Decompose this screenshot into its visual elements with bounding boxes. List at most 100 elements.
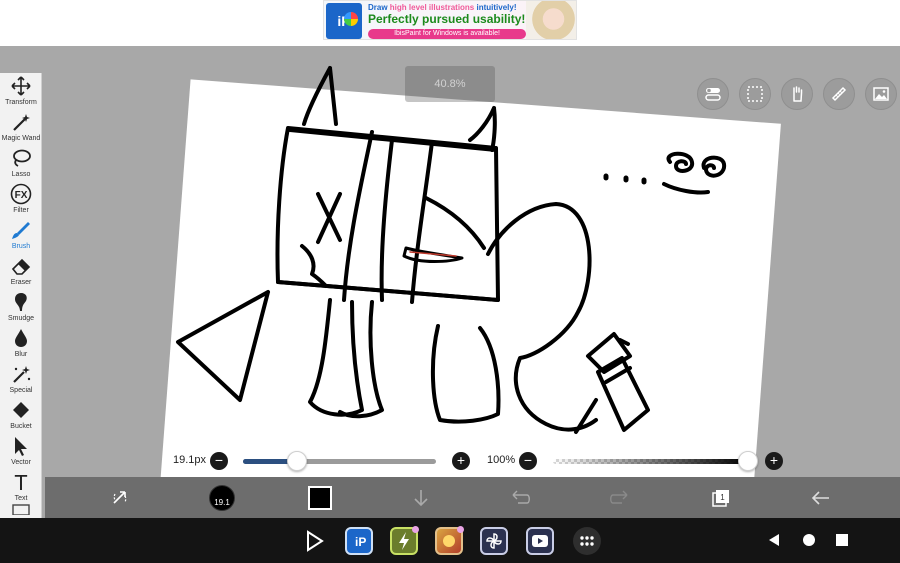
tool-label: Magic Wand: [1, 135, 41, 142]
android-nav-bar: iP: [0, 518, 900, 563]
play-store-app-icon: [307, 530, 324, 552]
opacity-increase-button[interactable]: +: [765, 452, 783, 470]
hand-icon: [793, 86, 803, 102]
dock-app[interactable]: [526, 527, 554, 555]
tool-blur[interactable]: Blur: [0, 327, 42, 363]
tool-label: Lasso: [11, 171, 31, 178]
tool-label: Special: [9, 387, 33, 394]
selection-button[interactable]: [739, 78, 771, 110]
tool-text[interactable]: T Text: [0, 471, 42, 507]
size-increase-button[interactable]: +: [452, 452, 470, 470]
size-slider-knob[interactable]: [287, 451, 308, 471]
dock-app[interactable]: iP: [345, 527, 373, 555]
toggle-button[interactable]: [697, 78, 729, 110]
youtube-app-icon: [532, 535, 548, 547]
brush-size-badge: 19.1: [209, 484, 235, 511]
zoom-indicator: 40.8%: [405, 66, 495, 102]
tool-label: Text: [14, 495, 28, 502]
size-slider-track[interactable]: [243, 459, 436, 464]
ibispaint-app-icon: iP: [355, 535, 366, 549]
tool-label: Filter: [13, 207, 29, 214]
tool-magic-wand[interactable]: Magic Wand: [0, 111, 42, 147]
eraser-icon: [11, 258, 31, 275]
notification-dot: [412, 526, 419, 533]
hand-button[interactable]: [781, 78, 813, 110]
tool-transform[interactable]: Transform: [0, 75, 42, 111]
magic-wand-icon: [13, 114, 30, 131]
ruler-icon: [831, 86, 847, 102]
redo-icon: [610, 490, 628, 504]
back-triangle-icon: [769, 534, 779, 546]
toggle-icon: [705, 88, 721, 101]
tool-smudge[interactable]: Smudge: [0, 291, 42, 327]
redo-button[interactable]: [600, 477, 640, 518]
nav-home-button[interactable]: [801, 532, 817, 553]
brush-size-label: 19.1px: [173, 454, 207, 466]
lasso-icon: [13, 149, 31, 167]
transform-toggle-button[interactable]: [100, 477, 140, 518]
ad-banner[interactable]: iP Draw high level illustrations intuiti…: [323, 0, 577, 40]
tool-eraser[interactable]: Eraser: [0, 255, 42, 291]
opacity-decrease-button[interactable]: −: [519, 452, 537, 470]
tool-label: Bucket: [10, 423, 32, 430]
dock-app[interactable]: [300, 527, 328, 555]
dock-app[interactable]: [390, 526, 419, 555]
app-drawer-icon: [580, 536, 594, 546]
dock-app[interactable]: [435, 526, 464, 555]
tool-label: Transform: [5, 99, 37, 106]
game-app-icon: [443, 535, 455, 547]
ad-headline: Perfectly pursued usability!: [368, 12, 526, 26]
opacity-slider-knob[interactable]: [738, 451, 758, 471]
download-button[interactable]: [401, 477, 441, 518]
top-tool-group: [697, 78, 897, 110]
tool-lasso[interactable]: Lasso: [0, 147, 42, 183]
tool-label: Brush: [11, 243, 31, 250]
back-button[interactable]: [801, 477, 841, 518]
bottom-action-bar: 19.1 1: [45, 477, 900, 518]
ibispaint-screen: iP Draw high level illustrations intuiti…: [0, 0, 900, 563]
dock-app[interactable]: [480, 527, 508, 555]
layers-button[interactable]: 1: [701, 477, 741, 518]
ibispaint-logo: iP: [326, 3, 362, 39]
ruler-button[interactable]: [823, 78, 855, 110]
recents-square-icon: [836, 534, 848, 546]
notification-dot: [457, 526, 464, 533]
svg-text:FX: FX: [15, 190, 28, 201]
flash-app-icon: [399, 532, 409, 550]
brush-icon: [12, 222, 30, 239]
tool-label: Blur: [14, 351, 28, 358]
size-decrease-button[interactable]: −: [210, 452, 228, 470]
brush-size-button[interactable]: 19.1: [202, 477, 242, 518]
tool-more[interactable]: [0, 503, 42, 518]
opacity-label: 100%: [487, 454, 516, 466]
tool-label: Eraser: [10, 279, 32, 286]
svg-text:1: 1: [720, 493, 725, 502]
tool-bucket[interactable]: Bucket: [0, 399, 42, 435]
move-icon: [11, 76, 31, 96]
tool-brush[interactable]: Brush: [0, 219, 42, 255]
undo-button[interactable]: [500, 477, 540, 518]
tool-label: Smudge: [7, 315, 35, 322]
selection-icon: [747, 86, 763, 102]
reference-image-button[interactable]: [865, 78, 897, 110]
dock-app[interactable]: [573, 527, 601, 555]
tool-filter[interactable]: FX Filter: [0, 183, 42, 219]
bucket-icon: [13, 402, 29, 418]
text-icon: T: [14, 471, 28, 493]
ad-bar: iP Draw high level illustrations intuiti…: [0, 0, 900, 46]
color-button[interactable]: [300, 477, 340, 518]
pinwheel-app-icon: [486, 533, 502, 549]
fx-icon: FX: [10, 183, 32, 205]
brush-slider-row: 19.1px − + 100% − +: [0, 448, 900, 474]
nav-back-button[interactable]: [766, 532, 782, 553]
rotate-arrows-icon: [113, 490, 127, 504]
layers-icon: 1: [712, 489, 729, 507]
tool-special[interactable]: Special: [0, 363, 42, 399]
svg-text:T: T: [14, 471, 28, 493]
arrow-down-icon: [414, 489, 428, 506]
ad-tagline: Draw high level illustrations intuitivel…: [368, 3, 517, 12]
svg-text:iP: iP: [355, 535, 366, 549]
ad-character-image: [526, 1, 576, 39]
nav-recents-button[interactable]: [834, 532, 850, 553]
opacity-slider-track[interactable]: [553, 459, 748, 464]
